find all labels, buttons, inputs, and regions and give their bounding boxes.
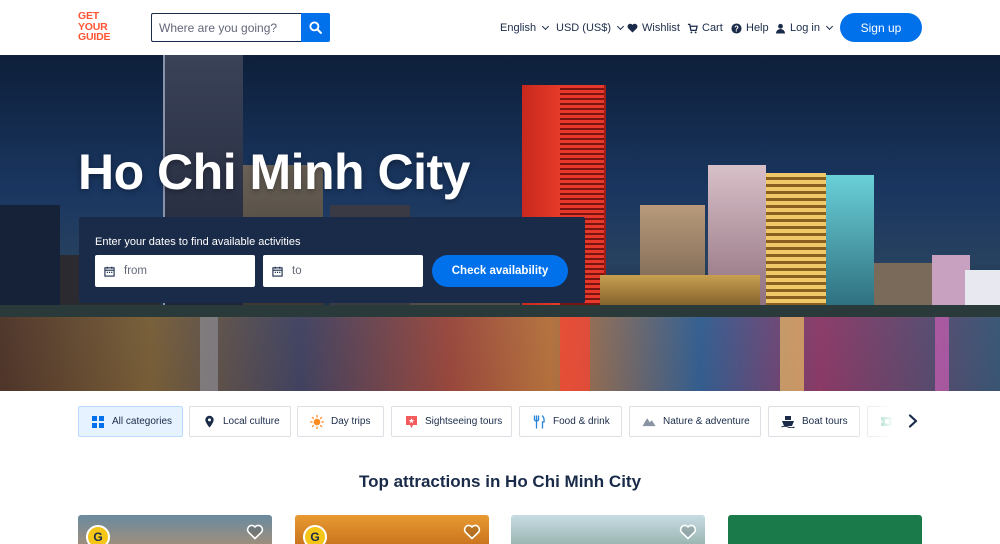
- mountain-icon: [642, 415, 656, 429]
- logo-line-3: GUIDE: [78, 31, 111, 43]
- user-icon: [775, 23, 786, 34]
- wishlist-heart-icon[interactable]: [246, 523, 264, 541]
- to-placeholder: to: [292, 265, 302, 277]
- date-picker-panel: Enter your dates to find available activ…: [79, 217, 585, 303]
- heart-icon: [627, 23, 638, 33]
- page-title: Ho Chi Minh City: [78, 144, 470, 200]
- check-availability-button[interactable]: Check availability: [432, 255, 568, 287]
- category-label: All categories: [112, 416, 173, 427]
- logo-line-1: GET: [78, 10, 99, 22]
- currency-selector[interactable]: USD (US$): [556, 20, 625, 36]
- promo-card[interactable]: [728, 515, 922, 544]
- category-label: Boat tours: [802, 416, 848, 427]
- wishlist-link[interactable]: Wishlist: [627, 20, 680, 36]
- category-chip-boat-tours[interactable]: Boat tours: [768, 406, 860, 437]
- search-button[interactable]: [301, 13, 330, 42]
- category-chip-sightseeing[interactable]: Sightseeing tours: [391, 406, 512, 437]
- getyourguide-logo[interactable]: GET YOUR GUIDE: [78, 11, 120, 45]
- search-input[interactable]: [151, 13, 301, 42]
- wishlist-heart-icon[interactable]: [463, 523, 481, 541]
- help-icon: ?: [731, 22, 742, 34]
- certified-badge: G: [303, 525, 327, 544]
- hero-banner: Ho Chi Minh City Enter your dates to fin…: [0, 55, 1000, 391]
- wishlist-label: Wishlist: [642, 22, 680, 34]
- wishlist-heart-icon[interactable]: [679, 523, 697, 541]
- svg-text:?: ?: [734, 24, 739, 33]
- language-selector[interactable]: English: [500, 20, 550, 36]
- section-title: Top attractions in Ho Chi Minh City: [358, 472, 642, 491]
- signup-button[interactable]: Sign up: [840, 13, 922, 42]
- chevron-down-icon: [542, 22, 550, 31]
- login-menu[interactable]: Log in: [775, 20, 834, 36]
- attraction-card[interactable]: [511, 515, 705, 544]
- cart-link[interactable]: Cart: [687, 20, 723, 36]
- category-chip-all[interactable]: All categories: [78, 406, 183, 437]
- category-chip-nature[interactable]: Nature & adventure: [629, 406, 761, 437]
- boat-icon: [781, 415, 795, 429]
- sightseeing-icon: [404, 415, 418, 429]
- category-chip-local-culture[interactable]: Local culture: [189, 406, 291, 437]
- help-link[interactable]: ? Help: [731, 20, 769, 36]
- chevron-down-icon: [825, 22, 834, 31]
- category-label: Local culture: [223, 416, 280, 427]
- from-placeholder: from: [124, 265, 147, 277]
- to-date-field[interactable]: to: [263, 255, 423, 287]
- calendar-icon: [272, 266, 283, 277]
- currency-label: USD (US$): [556, 22, 612, 34]
- language-label: English: [500, 22, 537, 34]
- category-chip-day-trips[interactable]: Day trips: [297, 406, 384, 437]
- login-label: Log in: [790, 22, 820, 34]
- search-icon: [309, 21, 322, 34]
- category-filter-bar: All categories Local culture Day trips S…: [78, 406, 922, 438]
- from-date-field[interactable]: from: [95, 255, 255, 287]
- date-prompt: Enter your dates to find available activ…: [95, 236, 301, 248]
- grid-icon: [91, 415, 105, 429]
- help-label: Help: [746, 22, 769, 34]
- site-header: GET YOUR GUIDE English USD (US$) Wishlis…: [0, 0, 1000, 55]
- cart-label: Cart: [702, 22, 723, 34]
- category-scroll-next-button[interactable]: [906, 413, 920, 429]
- location-pin-icon: [202, 415, 216, 429]
- chevron-right-icon: [908, 414, 918, 428]
- category-chip-food-drink[interactable]: Food & drink: [519, 406, 622, 437]
- certified-badge: G: [86, 525, 110, 544]
- attraction-card[interactable]: G: [295, 515, 489, 544]
- category-label: Food & drink: [553, 416, 610, 427]
- attraction-card[interactable]: G: [78, 515, 272, 544]
- search-bar: [151, 13, 330, 42]
- fork-knife-icon: [532, 414, 546, 429]
- chevron-down-icon: [616, 22, 625, 31]
- category-label: Nature & adventure: [663, 416, 750, 427]
- sun-icon: [310, 414, 324, 429]
- cart-icon: [687, 23, 698, 33]
- category-label: Day trips: [331, 416, 371, 427]
- calendar-icon: [104, 266, 115, 277]
- category-label: Sightseeing tours: [425, 416, 503, 427]
